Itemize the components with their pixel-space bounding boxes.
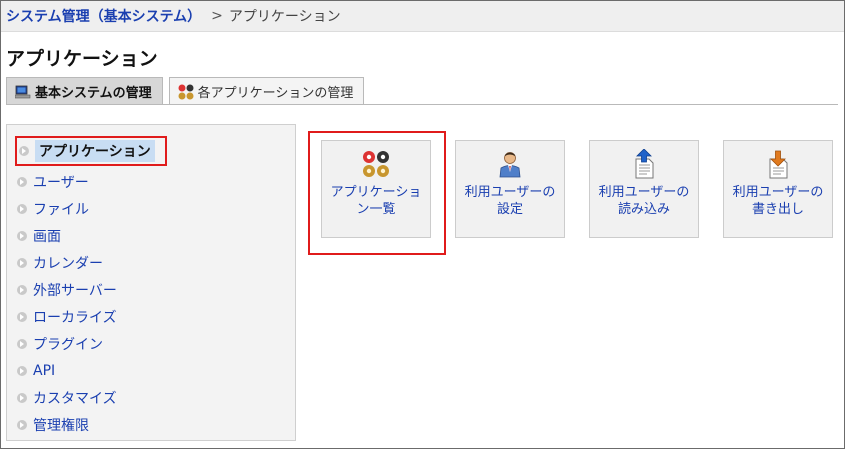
chevron-right-icon [17,311,27,322]
sidebar-item-calendar[interactable]: カレンダー [15,249,167,276]
chevron-right-icon [17,392,27,403]
card-label: 利用ユーザーの 読み込み [594,184,694,218]
tab-label: 各アプリケーションの管理 [197,86,354,101]
sidebar-item-label: ファイル [33,201,89,218]
applications-icon [359,150,393,178]
sidebar-item-label: カスタマイズ [33,390,117,407]
chevron-right-icon [17,230,27,241]
breadcrumb-link-system-admin[interactable]: システム管理（基本システム） [6,6,201,26]
card-label-line: 読み込み [617,202,670,217]
sidebar-item-label: ローカライズ [33,309,117,326]
tab-label: 基本システムの管理 [35,86,152,101]
tab-basic-system-admin[interactable]: 基本システムの管理 [6,77,163,105]
card-user-settings[interactable]: 利用ユーザーの 設定 [455,140,565,238]
sidebar-item-plugin[interactable]: プラグイン [15,330,167,357]
card-label: 利用ユーザーの 設定 [460,184,560,218]
tab-bar: 基本システムの管理 各アプリケーションの管理 [6,77,370,105]
sidebar-item-label: カレンダー [33,255,103,272]
monitor-icon [15,85,31,99]
card-label-line: 利用ユーザーの [732,185,824,200]
sidebar-item-users[interactable]: ユーザー [15,168,167,195]
card-label: 利用ユーザーの 書き出し [728,184,828,218]
sidebar: アプリケーション ユーザー ファイル 画面 カレンダー 外部サーバー ローカライ… [6,124,296,441]
sidebar-item-files[interactable]: ファイル [15,195,167,222]
card-user-export[interactable]: 利用ユーザーの 書き出し [723,140,833,238]
card-label-line: 書き出し [751,202,804,217]
sidebar-item-label: プラグイン [33,336,103,353]
card-label: アプリケーショ ン一覧 [326,184,426,218]
card-label-line: ン一覧 [356,202,396,217]
card-label-line: 利用ユーザーの [598,185,690,200]
sidebar-item-screen[interactable]: 画面 [15,222,167,249]
sidebar-menu: アプリケーション ユーザー ファイル 画面 カレンダー 外部サーバー ローカライ… [15,135,167,438]
sidebar-item-label: ユーザー [33,174,89,191]
breadcrumb-current: アプリケーション [228,9,341,25]
applications-icon [178,84,194,100]
tab-divider [6,104,838,105]
import-icon [627,149,661,179]
card-label-line: 設定 [496,202,523,217]
sidebar-item-label: 外部サーバー [33,282,117,299]
breadcrumb: システム管理（基本システム） > アプリケーション [1,1,844,32]
breadcrumb-separator: > [211,8,223,24]
card-label-line: 利用ユーザーの [464,185,556,200]
sidebar-item-label: 管理権限 [33,417,89,434]
sidebar-item-label: API [33,362,56,379]
card-user-import[interactable]: 利用ユーザーの 読み込み [589,140,699,238]
sidebar-item-customize[interactable]: カスタマイズ [15,384,167,411]
sidebar-item-admin-permissions[interactable]: 管理権限 [15,411,167,438]
chevron-right-icon [17,176,27,187]
chevron-right-icon [19,145,29,156]
sidebar-item-api[interactable]: API [15,357,167,384]
chevron-right-icon [17,365,27,376]
chevron-right-icon [17,203,27,214]
sidebar-item-external-server[interactable]: 外部サーバー [15,276,167,303]
card-application-list[interactable]: アプリケーショ ン一覧 [321,140,431,238]
chevron-right-icon [17,338,27,349]
sidebar-item-localize[interactable]: ローカライズ [15,303,167,330]
sidebar-item-label: 画面 [33,228,61,245]
active-item-highlight: アプリケーション [15,135,167,166]
chevron-right-icon [17,257,27,268]
card-label-line: アプリケーショ [330,185,422,200]
chevron-right-icon [17,284,27,295]
sidebar-item-label: アプリケーション [35,139,155,162]
sidebar-item-application[interactable]: アプリケーション [15,135,167,166]
user-icon [493,150,527,178]
export-icon [761,150,795,179]
page-title: アプリケーション [6,48,158,70]
chevron-right-icon [17,419,27,430]
tab-each-application-admin[interactable]: 各アプリケーションの管理 [168,77,365,105]
